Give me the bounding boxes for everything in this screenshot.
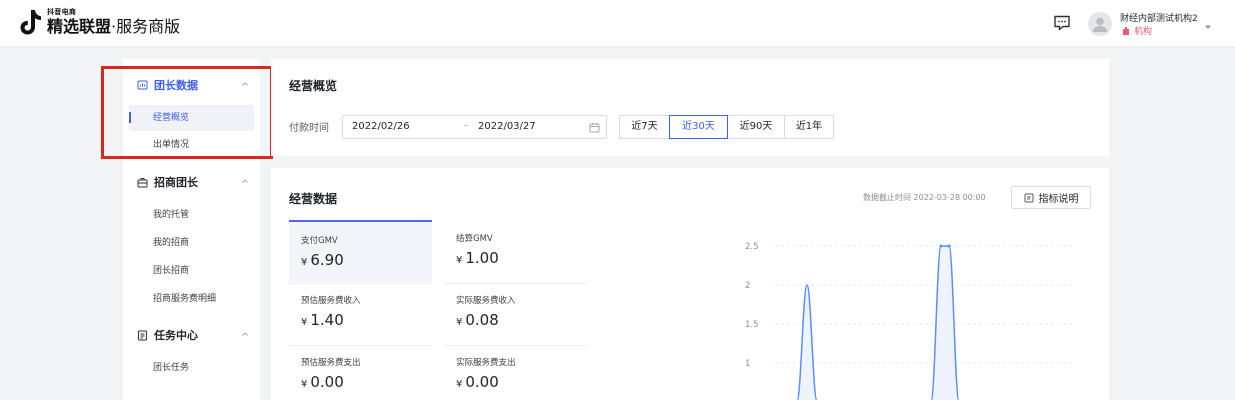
sidebar-item-my-hosting[interactable]: 我的托管 [129, 202, 254, 228]
y-tick-label: 2 [745, 281, 750, 291]
user-role-badge: 机构 [1122, 24, 1152, 37]
task-list-icon [138, 330, 147, 340]
metric-value: ¥1.00 [456, 249, 499, 267]
metric-label: 实际服务费收入 [456, 296, 516, 306]
metric-label: 实际服务费支出 [456, 358, 516, 368]
range-90-days-button[interactable]: 近90天 [727, 115, 785, 139]
currency-symbol: ¥ [301, 257, 308, 268]
logo-title-suffix: ·服务商版 [111, 17, 181, 36]
metric-value: ¥0.08 [456, 311, 499, 329]
metric-number: 0.08 [465, 311, 499, 329]
metric-card-actual-fee-expense[interactable]: 实际服务费支出 ¥0.00 [444, 344, 587, 400]
overview-title: 经营概览 [289, 79, 338, 93]
y-tick-label: 1 [745, 359, 750, 369]
area-fill-peak-2 [931, 246, 959, 400]
metric-card-settle-gmv[interactable]: 结算GMV ¥1.00 [444, 220, 587, 282]
y-tick-label: 1.5 [745, 320, 759, 330]
date-end[interactable]: 2022/03/27 [478, 121, 536, 132]
metric-value: ¥6.90 [301, 251, 344, 269]
range-7-days-button[interactable]: 近7天 [619, 115, 670, 139]
metric-value: ¥0.00 [456, 373, 499, 391]
currency-symbol: ¥ [301, 317, 308, 328]
chevron-up-icon[interactable] [241, 178, 249, 184]
briefcase-icon [137, 177, 148, 187]
top-header: 抖音电商 精选联盟·服务商版 财经内部测试机构2 机构 [0, 0, 1235, 47]
chevron-down-icon[interactable] [1204, 16, 1212, 29]
logo-subtitle: 抖音电商 [47, 8, 77, 16]
avatar[interactable] [1088, 12, 1112, 36]
tiktok-logo-icon [18, 8, 42, 36]
document-icon [1024, 193, 1033, 202]
metric-label: 预估服务费收入 [301, 296, 361, 306]
date-range-picker[interactable]: 2022/02/26 – 2022/03/27 [342, 115, 607, 139]
metric-value: ¥0.00 [301, 373, 344, 391]
range-30-days-button[interactable]: 近30天 [669, 115, 728, 139]
sidebar-item-fee-details[interactable]: 招商服务费明细 [129, 286, 254, 312]
y-tick-label: 2.5 [745, 242, 759, 252]
currency-symbol: ¥ [456, 379, 463, 390]
sidebar-group-label: 任务中心 [154, 329, 198, 342]
annotation-highlight-box [101, 66, 273, 159]
calendar-icon [589, 123, 600, 133]
range-1-year-button[interactable]: 近1年 [784, 115, 834, 139]
currency-symbol: ¥ [301, 379, 308, 390]
metric-number: 1.00 [465, 249, 499, 267]
sidebar-group-label: 招商团长 [154, 176, 198, 189]
metric-number: 6.90 [310, 251, 344, 269]
trend-chart: 2.5 2 1.5 1 [745, 242, 1075, 400]
currency-symbol: ¥ [456, 255, 463, 266]
logo-title: 精选联盟·服务商版 [47, 17, 180, 36]
metric-card-est-fee-expense[interactable]: 预估服务费支出 ¥0.00 [289, 344, 432, 400]
sidebar-item-my-recruit[interactable]: 我的招商 [129, 230, 254, 256]
metric-number: 0.00 [465, 373, 499, 391]
user-role-label: 机构 [1134, 27, 1153, 37]
message-icon[interactable] [1053, 15, 1071, 31]
metric-card-actual-fee-income[interactable]: 实际服务费收入 ¥0.08 [444, 282, 587, 344]
metric-number: 0.00 [310, 373, 344, 391]
metric-number: 1.40 [310, 311, 344, 329]
metric-label: 结算GMV [456, 234, 493, 244]
logo-title-main: 精选联盟 [47, 17, 112, 36]
user-name: 财经内部测试机构2 [1120, 14, 1198, 24]
metric-explain-button[interactable]: 指标说明 [1011, 186, 1091, 209]
sidebar-group-recruit[interactable]: 招商团长 [137, 174, 198, 190]
data-point [947, 244, 951, 248]
business-title: 经营数据 [289, 192, 338, 206]
date-start[interactable]: 2022/02/26 [352, 121, 410, 132]
sidebar-group-tasks[interactable]: 任务中心 [137, 327, 198, 343]
sidebar-item-leader-recruit[interactable]: 团长招商 [129, 258, 254, 284]
pay-time-label: 付款时间 [289, 123, 329, 134]
app-logo[interactable]: 抖音电商 精选联盟·服务商版 [18, 8, 180, 36]
metric-label: 预估服务费支出 [301, 358, 361, 368]
metric-label: 支付GMV [301, 236, 338, 246]
overview-card [271, 59, 1109, 156]
metric-explain-label: 指标说明 [1038, 194, 1079, 205]
organization-icon [1123, 26, 1129, 35]
data-cutoff-time: 数据截止时间 2022-03-28 00:00 [863, 193, 986, 202]
chevron-up-icon[interactable] [241, 331, 249, 337]
metric-card-pay-gmv[interactable]: 支付GMV ¥6.90 [289, 220, 432, 282]
data-point [939, 244, 943, 248]
metric-card-est-fee-income[interactable]: 预估服务费收入 ¥1.40 [289, 282, 432, 344]
date-separator: – [464, 120, 469, 131]
currency-symbol: ¥ [456, 317, 463, 328]
metric-value: ¥1.40 [301, 311, 344, 329]
sidebar-item-leader-tasks[interactable]: 团长任务 [129, 355, 254, 381]
